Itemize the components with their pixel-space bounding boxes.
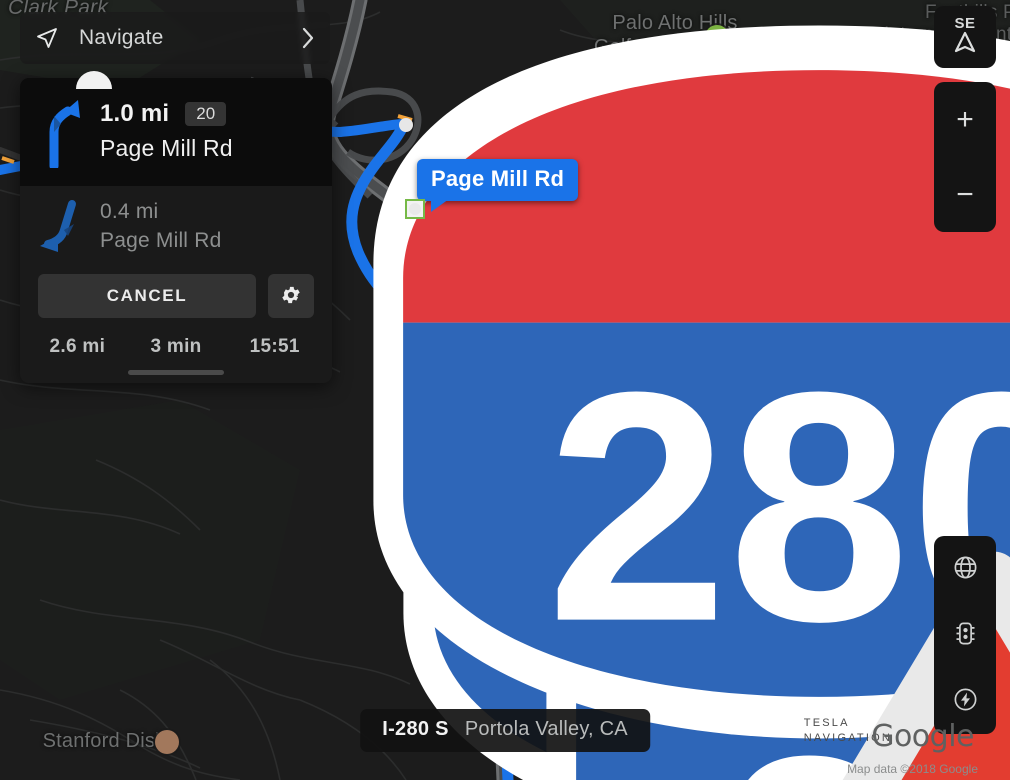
maneuver-secondary-road: Page Mill Rd: [100, 228, 222, 252]
route-road-callout-label: Page Mill Rd: [431, 166, 565, 191]
vehicle-position-marker: [489, 531, 1010, 780]
google-logo: Google: [871, 719, 974, 754]
route-start-dot: [399, 118, 413, 132]
maneuver-primary[interactable]: 1.0 mi 20 Page Mill Rd: [20, 78, 332, 186]
zoom-out-button[interactable]: −: [934, 157, 996, 232]
charging-bolt-icon: [952, 686, 979, 716]
maneuver-secondary-row: 0.4 mi: [100, 200, 316, 224]
map-data-attribution: Map data ©2018 Google: [847, 762, 978, 776]
zoom-in-button[interactable]: +: [934, 82, 996, 157]
route-waypoint-node: [405, 199, 425, 219]
map-style-button[interactable]: [934, 536, 996, 602]
cancel-route-button[interactable]: CANCEL: [38, 274, 256, 318]
route-road-callout[interactable]: Page Mill Rd: [417, 159, 579, 212]
navigation-directions-panel: 1.0 mi 20 Page Mill Rd 0.4 mi Page Mill …: [20, 78, 332, 383]
navigation-arrow-icon: [35, 26, 59, 50]
traffic-toggle-button[interactable]: [934, 602, 996, 668]
map-layer-controls: [934, 536, 996, 734]
navigate-header-title: Navigate: [79, 26, 164, 49]
traffic-light-icon: [952, 620, 979, 650]
zoom-controls: + −: [934, 82, 996, 232]
maneuver-secondary-text: 0.4 mi Page Mill Rd: [100, 200, 316, 253]
keep-right-arrow-icon: [34, 94, 86, 171]
route-waypoint-inner: [409, 203, 421, 215]
slight-left-arrow-icon: [34, 198, 86, 254]
trip-arrival-time: 15:51: [249, 336, 300, 357]
trip-duration: 3 min: [150, 336, 202, 357]
maneuver-primary-road: Page Mill Rd: [100, 135, 233, 161]
trip-distance: 2.6 mi: [49, 336, 106, 357]
navigate-header-bar[interactable]: Navigate: [20, 12, 330, 64]
plus-icon: +: [956, 102, 974, 136]
chevron-right-icon[interactable]: [301, 27, 315, 49]
maneuver-primary-text: 1.0 mi 20 Page Mill Rd: [100, 100, 316, 162]
maneuver-primary-row: 1.0 mi 20: [100, 100, 316, 128]
camera-poi-icon[interactable]: [155, 730, 179, 754]
maneuver-primary-distance: 1.0 mi: [100, 100, 170, 127]
panel-home-indicator[interactable]: [128, 370, 224, 375]
maneuver-secondary[interactable]: 0.4 mi Page Mill Rd: [20, 186, 332, 270]
status-road-name: I-280 S: [382, 718, 449, 740]
current-road-status-bar: I-280 S Portola Valley, CA: [360, 709, 650, 752]
minus-icon: −: [956, 177, 974, 211]
gear-icon: [280, 284, 302, 309]
compass-needle-icon: [952, 29, 978, 58]
callout-tail: [431, 199, 449, 212]
globe-icon: [952, 554, 979, 584]
tesla-navigation-screen: Clark Park Palo Alto Hills Golf Country …: [0, 0, 1010, 780]
trip-summary-row: 2.6 mi 3 min 15:51: [20, 318, 332, 368]
maneuver-primary-badge: 20: [185, 102, 227, 126]
maneuver-secondary-distance: 0.4 mi: [100, 199, 159, 223]
navigation-settings-button[interactable]: [268, 274, 314, 318]
status-place-name: Portola Valley, CA: [464, 718, 628, 740]
compass-button[interactable]: SE: [934, 6, 996, 68]
route-action-row: CANCEL: [20, 270, 332, 318]
